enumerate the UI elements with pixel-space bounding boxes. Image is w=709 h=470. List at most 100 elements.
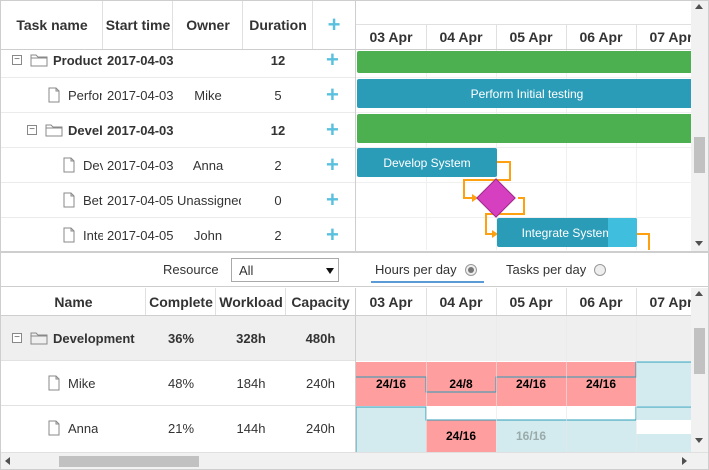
- scroll-right-icon[interactable]: [682, 457, 687, 465]
- scale-day: 06 Apr: [579, 293, 623, 310]
- col-workload[interactable]: Workload: [216, 288, 286, 315]
- resource-grid-header: Name Complete Workload Capacity: [1, 288, 355, 316]
- scroll-down-icon[interactable]: [695, 241, 703, 246]
- table-row[interactable]: − Product 2017-04-03 12 +: [1, 50, 355, 78]
- table-row[interactable]: Beta Release 2017-04-05 Unassigned 0 +: [1, 183, 355, 218]
- horizontal-scrollbar[interactable]: [1, 452, 708, 469]
- resource-label: Resource: [163, 262, 219, 277]
- file-icon: [48, 420, 60, 436]
- resource-select[interactable]: All: [231, 258, 339, 282]
- resource-scale: 03 Apr 04 Apr 05 Apr 06 Apr 07 Apr: [356, 288, 691, 316]
- timeline-scale: 03 Apr 04 Apr 05 Apr 06 Apr 07 Apr: [356, 1, 691, 50]
- task-owner: Anna: [192, 158, 224, 173]
- file-icon: [48, 87, 60, 103]
- resource-capacity: 240h: [306, 376, 335, 391]
- resource-timeline: 24/16 24/8 24/16 24/16 24/16 16/16: [356, 316, 691, 452]
- resource-name: Mike: [68, 376, 96, 391]
- anna-gap: [636, 420, 691, 434]
- task-name: Perform Initial testing: [68, 88, 102, 103]
- hours-per-day-radio[interactable]: [465, 264, 477, 276]
- resource-capacity: 480h: [305, 331, 336, 346]
- task-duration: 2: [274, 158, 282, 173]
- tasks-per-day-label[interactable]: Tasks per day: [506, 262, 586, 277]
- scale-day: 03 Apr: [369, 293, 413, 310]
- table-row[interactable]: Anna 21% 144h 240h: [1, 406, 355, 451]
- table-row[interactable]: Mike 48% 184h 240h: [1, 361, 355, 406]
- col-task-name[interactable]: Task name: [1, 1, 103, 49]
- hours-per-day-label[interactable]: Hours per day: [375, 262, 457, 277]
- hours-underline: [371, 281, 484, 283]
- col-name[interactable]: Name: [1, 288, 146, 315]
- resource-select-value: All: [239, 263, 254, 278]
- scroll-thumb[interactable]: [59, 456, 199, 467]
- resource-workload: 184h: [236, 376, 266, 391]
- add-subtask-plus-icon[interactable]: +: [326, 224, 339, 246]
- chevron-down-icon: [326, 268, 334, 274]
- task-name: Integrate System: [83, 228, 103, 243]
- task-start: 2017-04-03: [107, 88, 173, 103]
- task-start: 2017-04-05: [107, 193, 173, 208]
- task-start: 2017-04-03: [107, 53, 173, 68]
- collapse-icon[interactable]: −: [12, 55, 22, 65]
- collapse-icon[interactable]: −: [27, 125, 37, 135]
- folder-icon: [30, 331, 48, 345]
- add-subtask-plus-icon[interactable]: +: [326, 84, 339, 106]
- scale-day: 05 Apr: [509, 293, 553, 310]
- table-row[interactable]: − Development 36% 328h 480h: [1, 316, 355, 361]
- add-subtask-plus-icon[interactable]: +: [326, 119, 339, 141]
- task-duration: 2: [274, 228, 282, 243]
- task-name: Development: [68, 123, 103, 138]
- col-duration[interactable]: Duration: [243, 1, 313, 49]
- tasks-per-day-radio[interactable]: [594, 264, 606, 276]
- scale-day: 04 Apr: [439, 293, 483, 310]
- col-owner[interactable]: Owner: [173, 1, 243, 49]
- table-row[interactable]: Develop System 2017-04-03 Anna 2 +: [1, 148, 355, 183]
- scroll-left-icon[interactable]: [5, 457, 10, 465]
- file-icon: [63, 157, 75, 173]
- scale-day: 06 Apr: [579, 29, 623, 45]
- task-start: 2017-04-03: [107, 123, 173, 138]
- grid-header: Task name Start time Owner Duration +: [1, 1, 355, 50]
- file-icon: [63, 227, 75, 243]
- add-subtask-plus-icon[interactable]: +: [326, 189, 339, 211]
- resource-scrollbar[interactable]: [691, 288, 708, 452]
- task-owner: Unassigned: [177, 193, 241, 208]
- resource-complete: 21%: [167, 421, 195, 436]
- resource-capacity: 240h: [306, 421, 335, 436]
- col-start-time[interactable]: Start time: [103, 1, 173, 49]
- resource-name: Anna: [68, 421, 99, 436]
- task-name: Beta Release: [83, 193, 103, 208]
- col-complete[interactable]: Complete: [146, 288, 216, 315]
- add-subtask-plus-icon[interactable]: +: [326, 50, 339, 71]
- scale-day: 07 Apr: [649, 293, 691, 310]
- scroll-thumb[interactable]: [694, 328, 705, 374]
- scroll-down-icon[interactable]: [695, 438, 703, 443]
- timeline-scrollbar[interactable]: [691, 1, 708, 251]
- task-duration: 12: [270, 123, 286, 138]
- table-row[interactable]: − Development 2017-04-03 12 +: [1, 113, 355, 148]
- task-bar-progress: [608, 218, 637, 247]
- file-icon: [63, 192, 75, 208]
- scroll-up-icon[interactable]: [695, 291, 703, 296]
- collapse-icon[interactable]: −: [12, 333, 22, 343]
- scale-day: 04 Apr: [439, 29, 483, 45]
- resource-name: Development: [53, 331, 135, 346]
- resource-complete: 48%: [167, 376, 195, 391]
- col-capacity[interactable]: Capacity: [286, 288, 355, 315]
- task-start: 2017-04-05: [107, 228, 173, 243]
- resource-complete: 36%: [167, 331, 195, 346]
- task-name: Develop System: [83, 158, 103, 173]
- add-task-header-plus-icon[interactable]: +: [313, 1, 355, 49]
- table-row[interactable]: Integrate System 2017-04-05 John 2 +: [1, 218, 355, 250]
- task-owner: John: [193, 228, 223, 243]
- scroll-thumb[interactable]: [694, 137, 705, 173]
- timeline-area: Perform Initial testing Develop System I…: [356, 50, 691, 250]
- task-name: Product: [53, 53, 103, 68]
- add-subtask-plus-icon[interactable]: +: [326, 154, 339, 176]
- scroll-up-icon[interactable]: [695, 4, 703, 9]
- folder-icon: [30, 53, 48, 67]
- task-duration: 5: [274, 88, 282, 103]
- file-icon: [48, 375, 60, 391]
- task-duration: 0: [274, 193, 282, 208]
- table-row[interactable]: Perform Initial testing 2017-04-03 Mike …: [1, 78, 355, 113]
